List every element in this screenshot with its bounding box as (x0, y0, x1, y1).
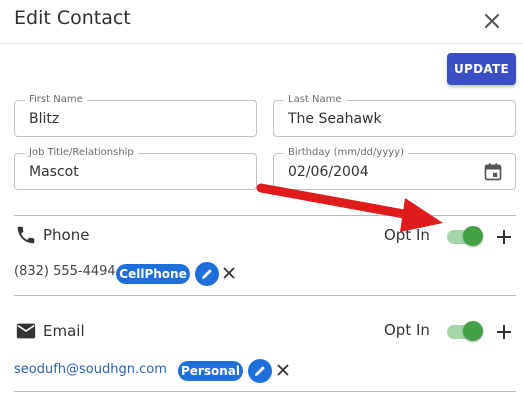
edit-email-button[interactable] (248, 359, 272, 383)
last-name-value: The Seahawk (288, 111, 382, 127)
mail-icon (16, 323, 36, 339)
first-name-label: First Name (25, 94, 87, 106)
divider-middle (14, 295, 516, 296)
birthday-label: Birthday (mm/dd/yyyy) (284, 147, 408, 159)
close-icon[interactable] (480, 9, 504, 33)
phone-number: (832) 555-4494 (14, 264, 116, 279)
last-name-label: Last Name (284, 94, 346, 106)
email-address[interactable]: seodufh@soudhgn.com (14, 362, 167, 377)
add-email-icon[interactable] (494, 322, 514, 342)
phone-section-label: Phone (43, 226, 90, 244)
email-type-chip: Personal (178, 361, 243, 381)
dialog-header: Edit Contact (0, 0, 523, 44)
last-name-field[interactable]: Last Name The Seahawk (273, 94, 516, 137)
add-phone-icon[interactable] (494, 227, 514, 247)
job-title-field[interactable]: Job Title/Relationship Mascot (14, 147, 257, 190)
first-name-field[interactable]: First Name Blitz (14, 94, 257, 137)
first-name-value: Blitz (29, 111, 60, 127)
pencil-icon (202, 269, 212, 279)
email-opt-in-toggle[interactable] (445, 321, 485, 341)
pencil-icon (255, 366, 265, 376)
phone-icon (17, 226, 35, 244)
divider-bottom (14, 391, 516, 392)
calendar-icon[interactable] (483, 162, 503, 182)
delete-phone-icon[interactable] (221, 265, 237, 281)
birthday-value: 02/06/2004 (288, 164, 369, 180)
job-title-value: Mascot (29, 164, 79, 180)
email-section-label: Email (43, 322, 85, 340)
phone-type-chip: CellPhone (116, 264, 190, 284)
email-toggle-thumb (463, 321, 483, 341)
dialog-title: Edit Contact (14, 7, 131, 29)
email-opt-in-label: Opt In (384, 321, 430, 339)
phone-toggle-thumb (463, 226, 483, 246)
annotation-arrow-icon (256, 183, 443, 232)
update-button[interactable]: UPDATE (447, 53, 516, 85)
job-title-label: Job Title/Relationship (25, 147, 138, 159)
edit-phone-button[interactable] (195, 262, 219, 286)
delete-email-icon[interactable] (275, 362, 291, 378)
